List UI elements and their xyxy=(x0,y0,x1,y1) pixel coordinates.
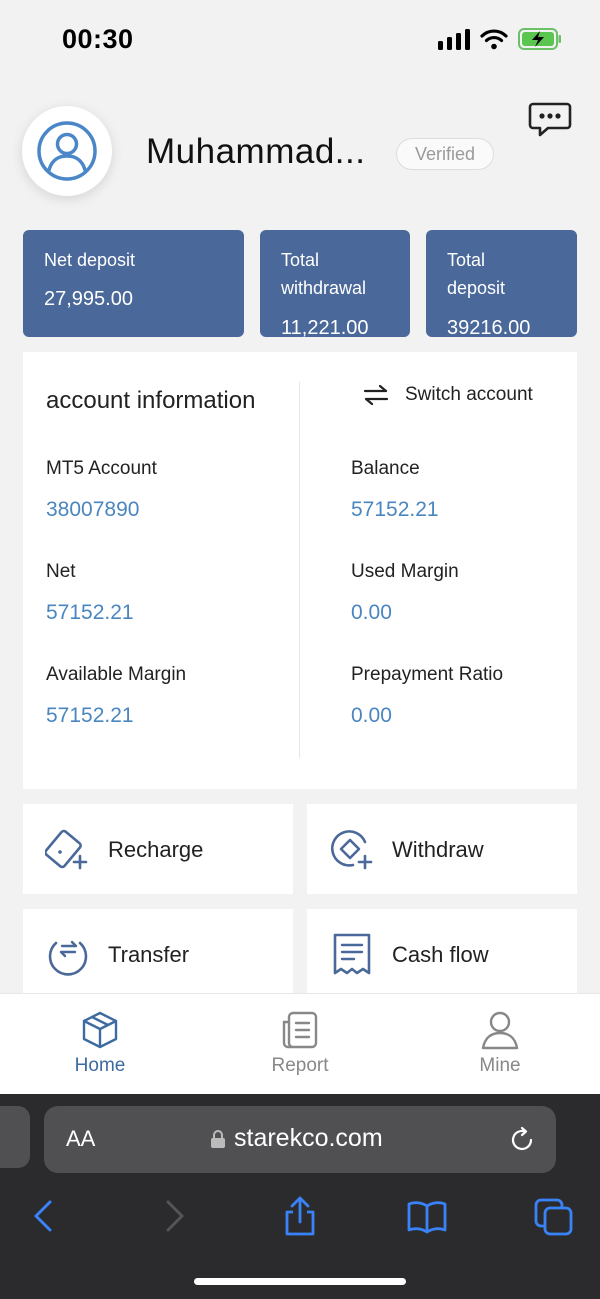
total-withdrawal-card: Total withdrawal 11,221.00 xyxy=(260,230,410,337)
wifi-icon xyxy=(480,29,508,50)
chat-bubble-icon xyxy=(528,102,572,137)
bottom-tab-bar: Home Report Mine xyxy=(0,993,600,1094)
back-arrow-icon[interactable] xyxy=(22,1194,66,1238)
withdraw-label: Withdraw xyxy=(392,837,484,862)
browser-toolbar: AA starekco.com xyxy=(0,1094,600,1299)
url-display[interactable]: starekco.com xyxy=(210,1124,383,1153)
recharge-icon xyxy=(45,829,88,870)
total-withdrawal-value: 11,221.00 xyxy=(281,317,369,337)
withdraw-button[interactable]: Withdraw xyxy=(307,804,577,894)
person-icon xyxy=(481,1011,519,1050)
total-deposit-value: 39216.00 xyxy=(447,317,531,337)
withdraw-icon xyxy=(330,830,373,870)
mt5-account-value: 38007890 xyxy=(46,498,140,521)
reader-settings-button[interactable]: AA xyxy=(66,1126,95,1152)
total-withdrawal-label-line2: withdrawal xyxy=(281,278,367,298)
user-avatar-icon xyxy=(37,121,97,181)
tab-mine[interactable]: Mine xyxy=(400,994,600,1095)
tab-report[interactable]: Report xyxy=(200,994,400,1095)
net-deposit-value: 27,995.00 xyxy=(44,288,133,310)
home-cube-icon xyxy=(82,1011,118,1049)
prepayment-ratio-value: 0.00 xyxy=(351,704,392,727)
used-margin-value: 0.00 xyxy=(351,601,392,624)
transfer-icon xyxy=(48,940,88,976)
total-withdrawal-label-line1: Total xyxy=(281,250,320,270)
total-withdrawal-label: Total withdrawal xyxy=(281,246,366,302)
tab-report-label: Report xyxy=(271,1055,329,1076)
lock-icon xyxy=(211,1129,225,1148)
cash-flow-label: Cash flow xyxy=(392,942,489,967)
total-deposit-card: Total deposit 39216.00 xyxy=(426,230,577,337)
transfer-label: Transfer xyxy=(108,942,190,967)
home-indicator xyxy=(194,1278,406,1285)
cash-flow-button[interactable]: Cash flow xyxy=(307,909,577,999)
address-bar[interactable]: AA starekco.com xyxy=(44,1106,556,1173)
battery-charging-icon xyxy=(518,28,561,50)
share-icon[interactable] xyxy=(278,1194,322,1238)
total-deposit-label-line2: deposit xyxy=(447,278,506,298)
previous-tab-preview[interactable] xyxy=(0,1106,30,1168)
report-document-icon xyxy=(282,1011,318,1049)
panel-divider xyxy=(299,382,300,758)
username: Muhammad... xyxy=(146,132,366,171)
status-time: 00:30 xyxy=(62,24,134,54)
url-text: starekco.com xyxy=(234,1124,383,1152)
message-button[interactable] xyxy=(528,102,572,138)
avatar[interactable] xyxy=(22,106,112,196)
switch-account-button[interactable]: Switch account xyxy=(363,384,533,406)
total-deposit-label-line1: Total xyxy=(447,250,486,270)
bookmarks-book-icon[interactable] xyxy=(405,1194,449,1238)
balance-label: Balance xyxy=(351,458,420,479)
signal-icon xyxy=(438,29,470,50)
recharge-label: Recharge xyxy=(108,837,204,862)
prepayment-ratio-label: Prepayment Ratio xyxy=(351,664,504,685)
tab-mine-label: Mine xyxy=(479,1055,521,1076)
recharge-button[interactable]: Recharge xyxy=(23,804,293,894)
account-information-panel: account information Switch account MT5 A… xyxy=(23,352,577,789)
balance-value: 57152.21 xyxy=(351,498,439,521)
forward-arrow-icon[interactable] xyxy=(152,1194,196,1238)
transfer-button[interactable]: Transfer xyxy=(23,909,293,999)
used-margin-label: Used Margin xyxy=(351,561,459,582)
receipt-icon xyxy=(333,933,371,975)
net-deposit-label: Net deposit xyxy=(44,250,136,270)
available-margin-value: 57152.21 xyxy=(46,704,134,727)
available-margin-label: Available Margin xyxy=(46,664,187,685)
status-icons xyxy=(438,28,562,50)
reload-icon[interactable] xyxy=(508,1126,536,1154)
net-value: 57152.21 xyxy=(46,601,134,624)
mt5-account-label: MT5 Account xyxy=(46,458,157,479)
net-label: Net xyxy=(46,561,76,582)
net-deposit-card: Net deposit 27,995.00 xyxy=(23,230,244,337)
swap-arrows-icon xyxy=(363,384,389,406)
total-deposit-label: Total deposit xyxy=(447,246,505,302)
tab-home[interactable]: Home xyxy=(0,994,200,1095)
tabs-icon[interactable] xyxy=(532,1194,576,1238)
switch-account-label: Switch account xyxy=(405,384,533,405)
tab-home-label: Home xyxy=(74,1055,126,1076)
account-information-title: account information xyxy=(46,387,256,414)
verified-badge: Verified xyxy=(396,138,494,170)
status-bar: 00:30 xyxy=(0,0,600,80)
